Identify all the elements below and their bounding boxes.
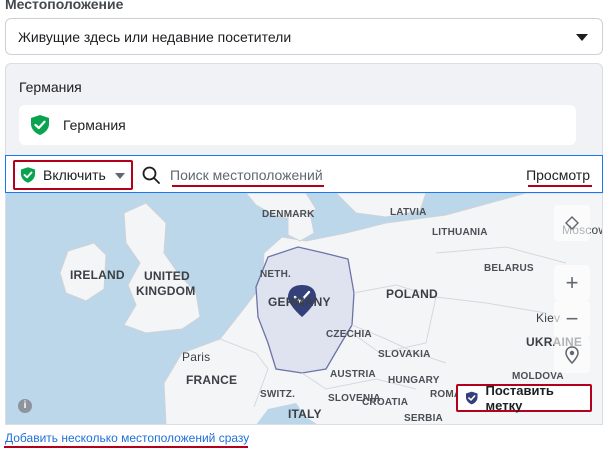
compass-icon [565,216,579,230]
zoom-out-button[interactable]: − [554,301,590,337]
map-label-denmark: DENMARK [262,209,315,220]
location-group-label: Германия [19,79,82,95]
chevron-down-icon [115,173,125,179]
audience-type-value: Живущие здесь или недавние посетители [18,28,292,45]
map-label-latvia: LATVIA [390,207,427,218]
browse-highlight-underline [528,185,592,187]
search-icon [142,166,160,184]
drop-pin-label: Поставить метку [485,383,554,413]
location-chip[interactable]: Германия [19,105,576,145]
include-check-icon [21,167,35,183]
map-label-germany: GERMANY [268,295,331,309]
locate-button[interactable] [554,337,590,373]
section-title: Местоположение [5,0,124,12]
drop-pin-button[interactable]: Поставить метку [456,383,592,413]
zoom-in-button[interactable]: + [554,265,590,301]
map-label-uk-line1: UNITED [144,269,190,283]
map-label-austria: AUSTRIA [330,369,376,380]
search-highlight-underline [172,185,324,187]
location-chip-label: Германия [63,117,126,133]
location-map[interactable]: DENMARK LITHUANIA LATVIA Moscow IRELAND … [5,193,603,425]
info-icon[interactable]: i [18,399,32,413]
pin-check-icon [466,391,478,405]
audience-type-select[interactable]: Живущие здесь или недавние посетители [5,18,603,55]
browse-link[interactable]: Просмотр [526,167,590,183]
map-label-hungary: HUNGARY [388,375,440,386]
map-label-slovakia: SLOVAKIA [378,349,431,360]
location-search-bar: Включить Просмотр [5,155,603,193]
include-exclude-dropdown[interactable]: Включить [13,160,133,190]
map-label-poland: POLAND [386,287,438,301]
map-label-belarus: BELARUS [484,263,534,274]
map-label-france: FRANCE [186,373,238,387]
location-pin-icon [565,346,579,364]
map-label-uk-line2: KINGDOM [136,284,196,298]
map-label-croatia: CROATIA [362,397,409,408]
map-label-switzerland: SWITZ. [260,389,296,400]
map-home-button[interactable] [554,205,590,241]
include-label: Включить [43,167,106,183]
add-many-highlight-underline [4,446,248,448]
map-label-czechia: CZECHIA [326,329,372,340]
add-multiple-locations-link[interactable]: Добавить несколько местоположений сразу [5,431,249,445]
map-label-lithuania: LITHUANIA [432,227,488,238]
map-label-serbia: SERBIA [404,413,443,424]
selected-locations-panel: Германия Германия [5,63,603,155]
included-check-icon [31,115,49,135]
map-label-ireland: IRELAND [70,268,125,282]
map-label-italy: ITALY [288,407,322,421]
map-label-netherlands: NETH. [260,269,291,280]
map-label-paris: Paris [182,350,211,364]
chevron-down-icon [576,34,588,41]
